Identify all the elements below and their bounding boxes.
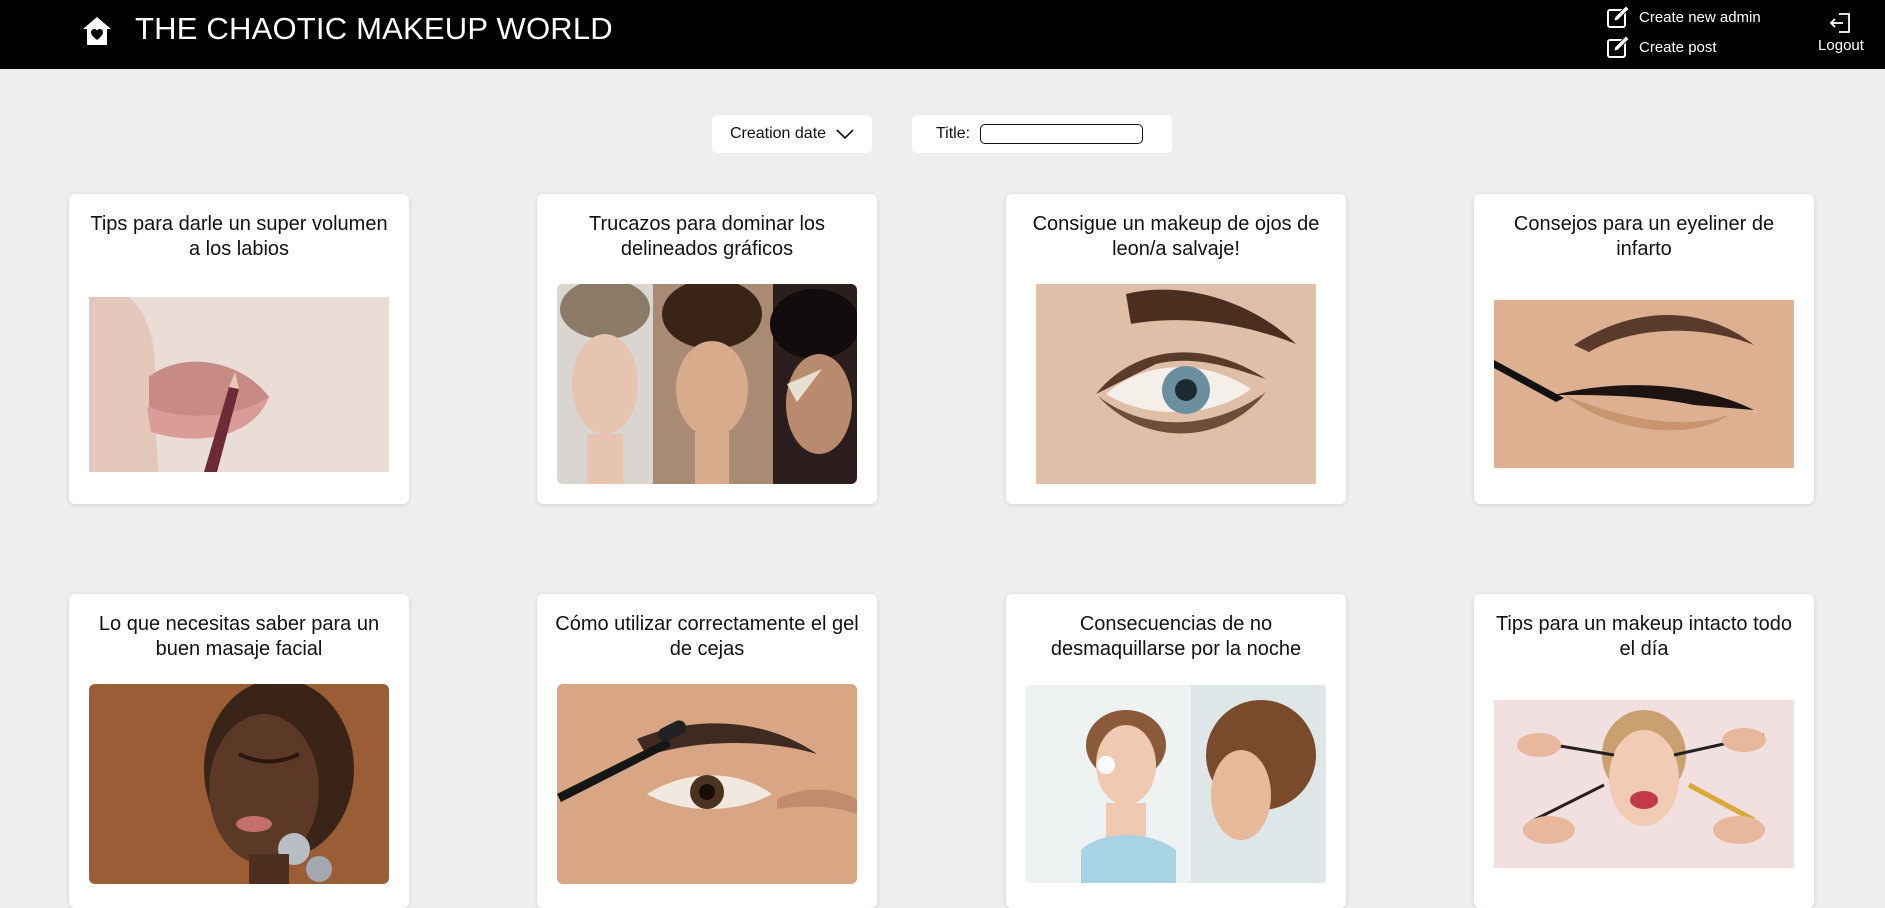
post-card[interactable]: Tips para darle un super volumen a los l… bbox=[69, 194, 409, 504]
home-heart-icon[interactable] bbox=[80, 14, 114, 48]
create-admin-label: Create new admin bbox=[1639, 8, 1761, 26]
post-image bbox=[1494, 700, 1794, 868]
post-image bbox=[89, 297, 389, 472]
sort-label: Creation date bbox=[729, 125, 827, 142]
post-image bbox=[1494, 300, 1794, 468]
post-title: Tips para un makeup intacto todo el día bbox=[1495, 613, 1793, 660]
post-title: Consecuencias de no desmaquillarse por l… bbox=[1050, 613, 1302, 660]
top-navbar: THE CHAOTIC MAKEUP WORLD Create new admi… bbox=[0, 0, 1885, 69]
title-search-input[interactable] bbox=[980, 124, 1144, 144]
post-image bbox=[89, 684, 389, 884]
create-admin-link[interactable]: Create new admin bbox=[1605, 4, 1761, 30]
post-card[interactable]: Trucazos para dominar los delineados grá… bbox=[537, 194, 877, 504]
post-card[interactable]: Consejos para un eyeliner de infarto bbox=[1474, 194, 1814, 504]
post-image bbox=[557, 684, 857, 884]
title-filter: Title: bbox=[912, 115, 1172, 153]
post-card[interactable]: Lo que necesitas saber para un buen masa… bbox=[69, 594, 409, 908]
logout-label: Logout bbox=[1818, 37, 1864, 54]
post-image bbox=[1036, 284, 1316, 484]
title-filter-label: Title: bbox=[936, 125, 971, 142]
post-title: Lo que necesitas saber para un buen masa… bbox=[98, 613, 380, 660]
edit-icon bbox=[1607, 35, 1630, 58]
post-image bbox=[1026, 685, 1326, 883]
site-title[interactable]: THE CHAOTIC MAKEUP WORLD bbox=[135, 11, 613, 47]
logout-icon bbox=[1829, 13, 1850, 33]
post-title: Tips para darle un super volumen a los l… bbox=[90, 213, 388, 260]
logout-button[interactable]: Logout bbox=[1816, 10, 1866, 54]
post-card[interactable]: Cómo utilizar correctamente el gel de ce… bbox=[537, 594, 877, 908]
post-image bbox=[557, 284, 857, 484]
post-title: Trucazos para dominar los delineados grá… bbox=[588, 213, 826, 260]
post-card[interactable]: Tips para un makeup intacto todo el día bbox=[1474, 594, 1814, 908]
create-post-link[interactable]: Create post bbox=[1605, 34, 1717, 60]
post-card[interactable]: Consecuencias de no desmaquillarse por l… bbox=[1006, 594, 1346, 908]
post-title: Cómo utilizar correctamente el gel de ce… bbox=[555, 613, 859, 660]
post-title: Consejos para un eyeliner de infarto bbox=[1513, 213, 1775, 260]
post-card[interactable]: Consigue un makeup de ojos de leon/a sal… bbox=[1006, 194, 1346, 504]
sort-dropdown[interactable]: Creation date bbox=[712, 115, 872, 153]
edit-icon bbox=[1607, 5, 1630, 28]
chevron-down-icon bbox=[836, 129, 854, 140]
post-title: Consigue un makeup de ojos de leon/a sal… bbox=[1032, 213, 1320, 260]
create-post-label: Create post bbox=[1639, 38, 1717, 56]
